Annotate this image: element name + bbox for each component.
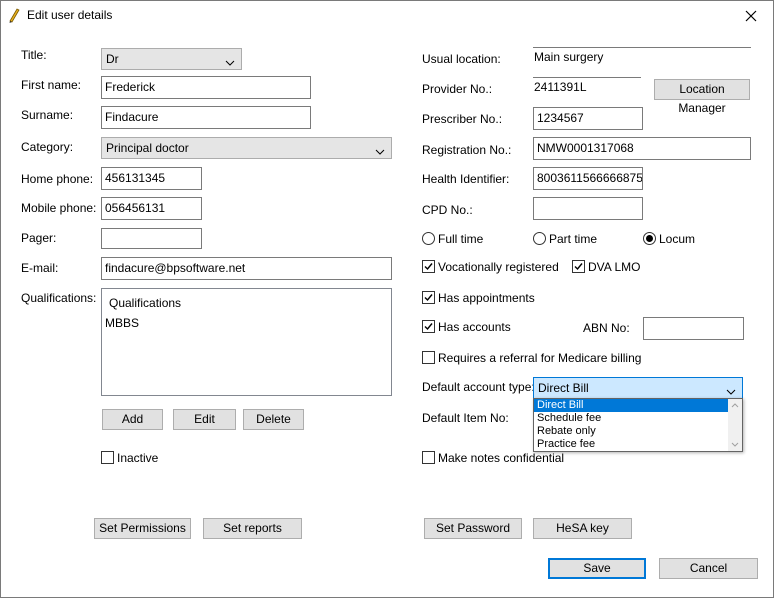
scroll-arrows-icon [731, 403, 739, 447]
first-name-field[interactable]: Frederick [101, 76, 311, 99]
set-permissions-button[interactable]: Set Permissions [94, 518, 191, 539]
checkmark-icon [424, 323, 433, 331]
email-field[interactable]: findacure@bpsoftware.net [101, 257, 392, 280]
confidential-label: Make notes confidential [438, 451, 565, 465]
referral-checkbox[interactable] [422, 351, 435, 364]
has-appointments-label: Has appointments [438, 291, 535, 305]
usual-location-field[interactable]: Main surgery [533, 47, 751, 64]
hesa-key-button[interactable]: HeSA key [533, 518, 632, 539]
set-password-button[interactable]: Set Password [424, 518, 522, 539]
dropdown-option[interactable]: Direct Bill [534, 399, 728, 412]
confidential-checkbox[interactable] [422, 451, 435, 464]
title-label: Title: [21, 48, 47, 62]
pen-app-icon [7, 7, 21, 23]
provider-field[interactable]: 2411391L [533, 77, 641, 94]
prescriber-field[interactable]: 1234567 [533, 107, 643, 130]
edit-qualification-button[interactable]: Edit [173, 409, 236, 430]
full-time-label: Full time [438, 232, 484, 246]
has-accounts-label: Has accounts [438, 320, 511, 334]
mobile-phone-label: Mobile phone: [21, 201, 97, 215]
edit-user-dialog: Edit user details Title: Dr First name: … [0, 0, 774, 598]
list-item[interactable]: MBBS [105, 316, 139, 330]
surname-label: Surname: [21, 108, 74, 122]
radio-selected-dot [646, 235, 653, 242]
health-identifier-field[interactable]: 8003611566666875 [533, 167, 643, 190]
registration-label: Registration No.: [422, 143, 512, 157]
chevron-down-icon [225, 55, 235, 69]
mobile-phone-field[interactable]: 056456131 [101, 197, 202, 220]
provider-label: Provider No.: [422, 82, 493, 96]
part-time-radio[interactable] [533, 232, 546, 245]
pager-field[interactable] [101, 228, 202, 249]
location-manager-button[interactable]: Location Manager [654, 79, 750, 115]
part-time-label: Part time [549, 232, 598, 246]
title-select[interactable]: Dr [101, 48, 242, 70]
account-type-dropdown[interactable]: Direct Bill Schedule fee Rebate only Pra… [533, 398, 743, 452]
registration-field[interactable]: NMW0001317068 [533, 137, 751, 160]
vocational-checkbox[interactable] [422, 260, 435, 273]
qualifications-list[interactable]: Qualifications MBBS [101, 288, 392, 396]
default-account-label: Default account type: [422, 380, 535, 394]
dropdown-option[interactable]: Rebate only [534, 425, 742, 438]
chevron-down-icon [726, 384, 736, 398]
vocational-label: Vocationally registered [438, 260, 559, 274]
checkmark-icon [424, 263, 433, 271]
surname-field[interactable]: Findacure [101, 106, 311, 129]
cpd-label: CPD No.: [422, 203, 473, 217]
checkmark-icon [424, 294, 433, 302]
usual-location-label: Usual location: [422, 52, 501, 66]
window-title: Edit user details [27, 8, 113, 22]
cpd-field[interactable] [533, 197, 643, 220]
locum-radio[interactable] [643, 232, 656, 245]
health-identifier-label: Health Identifier: [422, 172, 510, 186]
has-appointments-checkbox[interactable] [422, 291, 435, 304]
category-select[interactable]: Principal doctor [101, 137, 392, 159]
abn-field[interactable] [643, 317, 744, 340]
dropdown-option[interactable]: Practice fee [534, 438, 742, 451]
checkmark-icon [574, 263, 583, 271]
dva-lmo-checkbox[interactable] [572, 260, 585, 273]
home-phone-label: Home phone: [21, 172, 94, 186]
qualifications-label: Qualifications: [21, 291, 97, 305]
delete-qualification-button[interactable]: Delete [243, 409, 304, 430]
referral-label: Requires a referral for Medicare billing [438, 351, 642, 365]
first-name-label: First name: [21, 78, 82, 92]
category-select-value: Principal doctor [106, 141, 189, 155]
inactive-checkbox[interactable] [101, 451, 114, 464]
usual-location-value: Main surgery [534, 50, 604, 64]
pager-label: Pager: [21, 231, 57, 245]
dropdown-scrollbar[interactable] [728, 399, 742, 451]
cancel-button[interactable]: Cancel [659, 558, 758, 579]
close-icon[interactable] [729, 1, 773, 31]
locum-label: Locum [659, 232, 696, 246]
save-button[interactable]: Save [548, 558, 646, 579]
home-phone-field[interactable]: 456131345 [101, 167, 202, 190]
has-accounts-checkbox[interactable] [422, 320, 435, 333]
dropdown-option[interactable]: Schedule fee [534, 412, 742, 425]
full-time-radio[interactable] [422, 232, 435, 245]
default-item-label: Default Item No: [422, 411, 509, 425]
inactive-label: Inactive [117, 451, 159, 465]
category-label: Category: [21, 140, 74, 154]
default-account-value: Direct Bill [538, 381, 589, 395]
default-account-select[interactable]: Direct Bill [533, 377, 743, 399]
dva-lmo-label: DVA LMO [588, 260, 641, 274]
provider-value: 2411391L [534, 80, 587, 94]
add-qualification-button[interactable]: Add [102, 409, 163, 430]
set-reports-button[interactable]: Set reports [203, 518, 302, 539]
prescriber-label: Prescriber No.: [422, 112, 503, 126]
title-select-value: Dr [106, 52, 119, 66]
email-label: E-mail: [21, 261, 59, 275]
chevron-down-icon [375, 144, 385, 158]
abn-label: ABN No: [583, 321, 630, 335]
qualifications-column-header[interactable]: Qualifications [109, 296, 181, 310]
title-bar[interactable]: Edit user details [1, 1, 773, 31]
